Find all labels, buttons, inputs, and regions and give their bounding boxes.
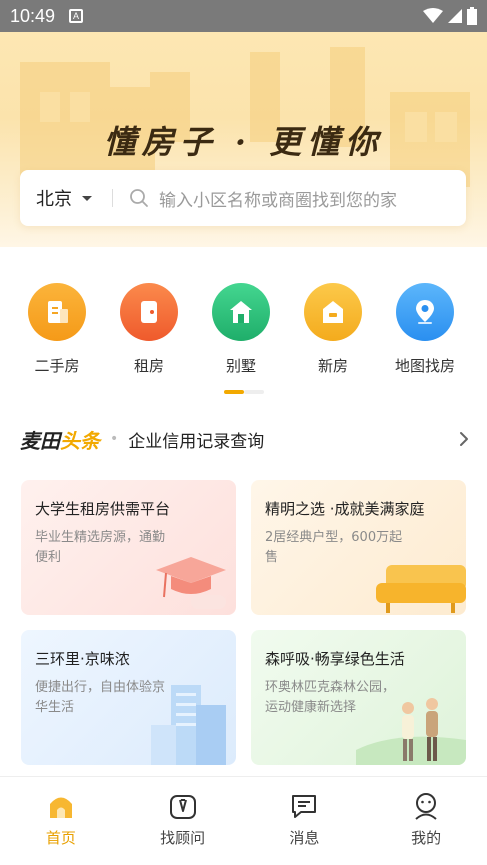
tab-profile[interactable]: 我的 [365, 777, 487, 865]
notification-icon: A [69, 9, 84, 23]
tab-home[interactable]: 首页 [0, 777, 122, 865]
promo-card-student-rent[interactable]: 大学生租房供需平台 毕业生精选房源，通勤便利 [21, 480, 236, 615]
chevron-down-icon [82, 195, 92, 201]
promo-card-family-home[interactable]: 精明之选 ·成就美满家庭 2居经典户型，600万起售 [251, 480, 466, 615]
slogan: 懂房子 · 更懂你 [103, 123, 384, 161]
building-icon [28, 283, 86, 341]
category-map-search[interactable]: 地图找房 [379, 283, 471, 376]
card-title: 大学生租房供需平台 [35, 500, 171, 518]
door-icon [120, 283, 178, 341]
promo-card-green-life[interactable]: 森呼吸·畅享绿色生活 环奥林匹克森林公园，运动健康新选择 [251, 630, 466, 765]
card-subtitle: 便捷出行，自由体验京华生活 [35, 680, 166, 715]
signal-icon [448, 9, 462, 23]
wifi-icon [423, 8, 443, 23]
card-subtitle: 毕业生精选房源，通勤便利 [35, 530, 166, 565]
card-title: 三环里·京味浓 [35, 650, 130, 668]
category-second-hand[interactable]: 二手房 [11, 283, 103, 376]
page-dot [244, 390, 264, 394]
tab-messages[interactable]: 消息 [244, 777, 366, 865]
tab-label: 我的 [411, 829, 442, 847]
status-time: 10:49 [10, 5, 56, 26]
news-brand: 麦田 [20, 428, 60, 453]
category-label: 别墅 [225, 357, 256, 375]
page-dot-active [224, 390, 244, 394]
card-subtitle: 2居经典户型，600万起售 [265, 530, 403, 565]
news-headline[interactable]: 麦田 头条 • 企业信用记录查询 [20, 424, 470, 454]
battery-icon [467, 7, 477, 25]
status-bar: 10:49 A [0, 0, 487, 32]
house-icon [304, 283, 362, 341]
hero-banner: 懂房子 · 更懂你 北京 输入小区名称或商圈找到您的家 [0, 32, 487, 247]
promo-card-third-ring[interactable]: 三环里·京味浓 便捷出行，自由体验京华生活 [21, 630, 236, 765]
chevron-right-icon [460, 432, 468, 446]
category-new-home[interactable]: 新房 [287, 283, 379, 376]
card-title: 森呼吸·畅享绿色生活 [265, 650, 405, 668]
news-text: 企业信用记录查询 [128, 431, 265, 452]
map-pin-icon [396, 283, 454, 341]
tab-label: 首页 [45, 829, 76, 847]
tab-advisor[interactable]: 找顾问 [122, 777, 244, 865]
separator-dot: • [110, 431, 119, 447]
villa-icon [212, 283, 270, 341]
category-villa[interactable]: 别墅 [195, 283, 287, 376]
category-label: 租房 [133, 357, 164, 375]
search-input[interactable]: 输入小区名称或商圈找到您的家 [159, 186, 397, 211]
card-title: 精明之选 ·成就美满家庭 [265, 500, 425, 518]
category-rent[interactable]: 租房 [103, 283, 195, 376]
profile-icon [415, 793, 437, 820]
tab-label: 找顾问 [160, 829, 206, 847]
bottom-tab-bar: 首页 找顾问 消息 我的 [0, 776, 487, 865]
tab-label: 消息 [289, 829, 320, 847]
news-brand-accent: 头条 [60, 428, 100, 453]
message-icon [292, 795, 317, 818]
page-indicator [224, 390, 264, 394]
category-label: 二手房 [34, 357, 80, 375]
city-label: 北京 [36, 189, 72, 210]
home-icon [49, 797, 72, 818]
category-label: 新房 [317, 357, 348, 375]
search-icon [130, 189, 148, 207]
search-bar[interactable]: 北京 输入小区名称或商圈找到您的家 [20, 170, 466, 226]
divider [112, 189, 113, 207]
category-row: 二手房 租房 别墅 新房 地图找房 [0, 283, 487, 376]
card-subtitle: 环奥林匹克森林公园，运动健康新选择 [265, 680, 396, 715]
city-selector[interactable]: 北京 [36, 185, 92, 211]
category-label: 地图找房 [394, 357, 455, 375]
advisor-icon [169, 795, 196, 819]
